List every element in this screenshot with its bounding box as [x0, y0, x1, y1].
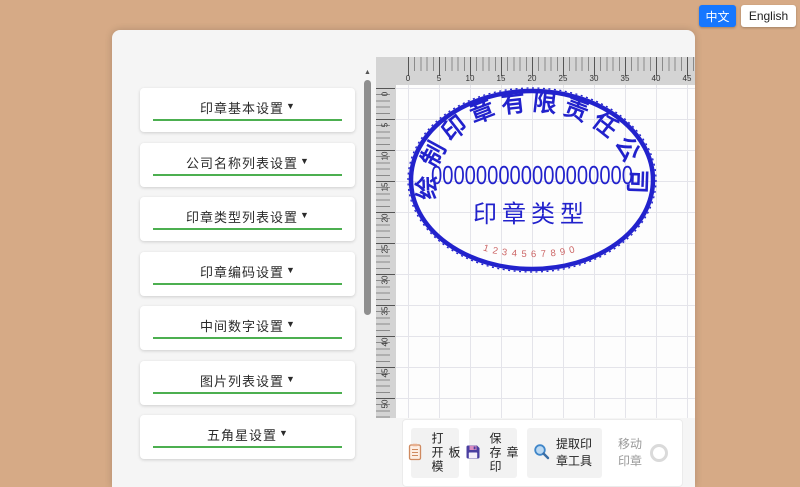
ruler-corner [376, 57, 396, 85]
chevron-down-icon: ▼ [286, 264, 295, 275]
ruler-tick-label: 5 [436, 74, 442, 83]
sidebar-item-company-name-list-settings[interactable]: 公司名称列表设置 ▼ [140, 142, 355, 187]
settings-sidebar: 印章基本设置 ▼ 公司名称列表设置 ▼ 印章类型列表设置 ▼ 印章编码设置 ▼ 中间数字… [140, 88, 355, 470]
seal-graphic: 绘制印章有限责任公司 000000000000000000 印章类型 12345… [407, 87, 657, 273]
toggle-icon[interactable] [650, 444, 668, 462]
horizontal-ruler: 0 5 10 15 20 25 30 35 40 45 [396, 57, 695, 85]
accent-underline [152, 282, 343, 285]
sidebar-item-seal-type-list-settings[interactable]: 印章类型列表设置 ▼ [140, 197, 355, 241]
sidebar-item-star-settings[interactable]: 五角星设置 ▼ [140, 415, 355, 459]
ruler-tick-label: 15 [496, 74, 506, 83]
ruler-tick-label: 50 [380, 399, 390, 409]
open-template-button[interactable]: 打开模板 [408, 428, 461, 478]
accent-underline [152, 337, 343, 339]
toolbar-button-label: 提取印章工具 [556, 436, 593, 468]
ruler-tick-label: 10 [465, 74, 475, 83]
accordion-label: 公司名称列表设置 [186, 155, 299, 171]
accent-underline [152, 228, 343, 230]
accent-underline [152, 446, 343, 448]
move-seal-toggle[interactable]: 移动印章 [612, 428, 674, 478]
ruler-tick-label: 45 [380, 368, 390, 378]
accordion-label: 中间数字设置 [200, 319, 285, 334]
accent-underline [152, 391, 343, 394]
sidebar-item-middle-number-settings[interactable]: 中间数字设置 ▼ [140, 306, 355, 350]
seal-workarea: 0 5 10 15 20 25 30 35 40 45 0 5 10 15 20 25 30 35 40 45 50 … [376, 57, 695, 418]
ruler-tick-label: 35 [620, 74, 630, 83]
chevron-down-icon: ▼ [286, 373, 295, 384]
accordion-label: 图片列表设置 [200, 373, 285, 389]
ruler-tick-label: 5 [380, 122, 390, 128]
save-seal-button[interactable]: 保存印章 [466, 428, 519, 478]
accordion-label: 印章基本设置 [200, 101, 285, 116]
chevron-down-icon: ▼ [300, 210, 309, 220]
language-chinese-button[interactable]: 中文 [699, 5, 736, 27]
ruler-tick-label: 0 [380, 91, 390, 97]
sidebar-item-seal-basic-settings[interactable]: 印章基本设置 ▼ [140, 88, 355, 132]
ruler-tick-label: 35 [380, 306, 390, 316]
ruler-tick-label: 25 [380, 244, 390, 254]
scroll-up-icon[interactable]: ▲ [362, 68, 373, 78]
sidebar-item-seal-code-settings[interactable]: 印章编码设置 ▼ [140, 251, 355, 296]
accent-underline [152, 173, 343, 176]
chevron-down-icon: ▼ [286, 319, 295, 329]
accordion-label: 五角星设置 [207, 428, 278, 443]
ruler-major-tick [376, 119, 395, 120]
vertical-ruler: 0 5 10 15 20 25 30 35 40 45 50 [376, 85, 396, 418]
main-panel: 印章基本设置 ▼ 公司名称列表设置 ▼ 印章类型列表设置 ▼ 印章编码设置 ▼ 中间数字… [112, 30, 695, 487]
ruler-tick-label: 15 [380, 182, 390, 192]
seal-canvas[interactable]: 绘制印章有限责任公司 000000000000000000 印章类型 12345… [396, 85, 695, 418]
toolbar-button-label: 打开模板 [430, 432, 461, 474]
magnifier-icon [533, 443, 550, 463]
sidebar-scrollbar[interactable]: ▲ ▼ [362, 68, 373, 487]
seal-toolbar: 打开模板 保存印章 提取印章工具 移动印章 [402, 419, 683, 487]
accordion-label: 印章编码设置 [200, 264, 285, 280]
extract-seal-tool-button[interactable]: 提取印章工具 [527, 428, 602, 478]
ruler-tick-label: 40 [651, 74, 661, 83]
floppy-icon [465, 444, 481, 463]
ruler-tick-label: 45 [682, 74, 692, 83]
sidebar-item-image-list-settings[interactable]: 图片列表设置 ▼ [140, 360, 355, 405]
notepad-icon [407, 443, 423, 464]
toolbar-button-label: 移动印章 [618, 436, 643, 468]
chevron-down-icon: ▼ [300, 155, 309, 166]
scrollbar-thumb[interactable] [364, 80, 371, 315]
chevron-down-icon: ▼ [279, 428, 288, 438]
toolbar-button-label: 保存印章 [488, 432, 519, 474]
language-english-button[interactable]: English [741, 5, 796, 27]
ruler-tick-label: 30 [380, 275, 390, 285]
seal-bottom-number: 1234567890 [482, 243, 581, 261]
ruler-tick-label: 20 [380, 213, 390, 223]
ruler-tick-label: 20 [527, 74, 537, 83]
ruler-tick-label: 25 [558, 74, 568, 83]
seal-type-text: 印章类型 [473, 201, 589, 228]
accent-underline [152, 119, 343, 121]
ruler-tick-label: 40 [380, 337, 390, 347]
ruler-tick-label: 30 [589, 74, 599, 83]
chevron-down-icon: ▼ [286, 101, 295, 111]
accordion-label: 印章类型列表设置 [186, 210, 299, 225]
ruler-tick-label: 0 [405, 74, 411, 83]
ruler-tick-label: 10 [380, 151, 390, 161]
seal-middle-code: 000000000000000000 [431, 160, 633, 190]
ruler-major-tick [376, 88, 395, 89]
